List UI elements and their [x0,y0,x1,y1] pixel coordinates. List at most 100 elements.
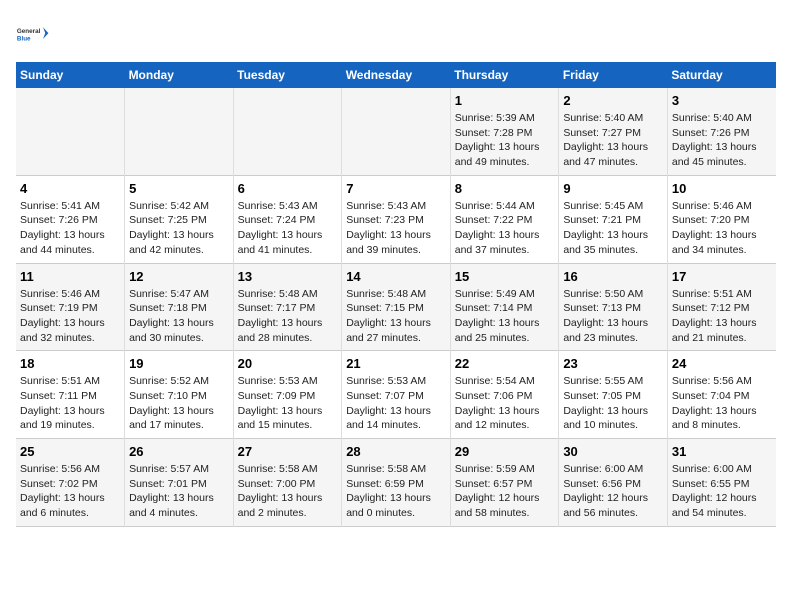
day-number: 17 [672,269,772,284]
header-row: SundayMondayTuesdayWednesdayThursdayFrid… [16,62,776,88]
calendar-cell: 30 Sunrise: 6:00 AM Sunset: 6:56 PM Dayli… [559,439,668,527]
calendar-cell: 10 Sunrise: 5:46 AM Sunset: 7:20 PM Dayli… [667,175,776,263]
day-info: Sunrise: 5:49 AM Sunset: 7:14 PM Dayligh… [455,287,555,346]
calendar-header: SundayMondayTuesdayWednesdayThursdayFrid… [16,62,776,88]
day-number: 23 [563,356,663,371]
calendar-cell: 13 Sunrise: 5:48 AM Sunset: 7:17 PM Dayli… [233,263,342,351]
calendar-cell: 19 Sunrise: 5:52 AM Sunset: 7:10 PM Dayli… [125,351,234,439]
calendar-cell [342,88,451,175]
day-number: 12 [129,269,229,284]
calendar-cell: 23 Sunrise: 5:55 AM Sunset: 7:05 PM Dayli… [559,351,668,439]
page-header: GeneralBlue [16,16,776,52]
calendar-cell: 5 Sunrise: 5:42 AM Sunset: 7:25 PM Daylig… [125,175,234,263]
calendar-cell: 2 Sunrise: 5:40 AM Sunset: 7:27 PM Daylig… [559,88,668,175]
calendar-cell: 6 Sunrise: 5:43 AM Sunset: 7:24 PM Daylig… [233,175,342,263]
day-number: 10 [672,181,772,196]
day-info: Sunrise: 5:59 AM Sunset: 6:57 PM Dayligh… [455,462,555,521]
day-info: Sunrise: 5:52 AM Sunset: 7:10 PM Dayligh… [129,374,229,433]
day-info: Sunrise: 5:51 AM Sunset: 7:12 PM Dayligh… [672,287,772,346]
weekday-header: Monday [125,62,234,88]
calendar-cell: 15 Sunrise: 5:49 AM Sunset: 7:14 PM Dayli… [450,263,559,351]
calendar-body: 1Sunrise: 5:39 AM Sunset: 7:28 PM Daylig… [16,88,776,526]
calendar-cell [125,88,234,175]
day-number: 19 [129,356,229,371]
calendar-cell [233,88,342,175]
day-info: Sunrise: 6:00 AM Sunset: 6:56 PM Dayligh… [563,462,663,521]
day-number: 31 [672,444,772,459]
day-number: 30 [563,444,663,459]
day-number: 13 [238,269,338,284]
day-info: Sunrise: 5:46 AM Sunset: 7:19 PM Dayligh… [20,287,120,346]
day-number: 25 [20,444,120,459]
calendar-cell: 28Sunrise: 5:58 AM Sunset: 6:59 PM Dayli… [342,439,451,527]
day-info: Sunrise: 5:53 AM Sunset: 7:07 PM Dayligh… [346,374,446,433]
day-number: 20 [238,356,338,371]
day-number: 5 [129,181,229,196]
calendar-cell: 12Sunrise: 5:47 AM Sunset: 7:18 PM Dayli… [125,263,234,351]
day-info: Sunrise: 5:44 AM Sunset: 7:22 PM Dayligh… [455,199,555,258]
day-number: 28 [346,444,446,459]
day-info: Sunrise: 5:43 AM Sunset: 7:23 PM Dayligh… [346,199,446,258]
calendar-week-row: 18Sunrise: 5:51 AM Sunset: 7:11 PM Dayli… [16,351,776,439]
day-number: 16 [563,269,663,284]
calendar-cell: 25Sunrise: 5:56 AM Sunset: 7:02 PM Dayli… [16,439,125,527]
day-info: Sunrise: 5:55 AM Sunset: 7:05 PM Dayligh… [563,374,663,433]
day-number: 3 [672,93,772,108]
calendar-cell: 29 Sunrise: 5:59 AM Sunset: 6:57 PM Dayli… [450,439,559,527]
day-number: 27 [238,444,338,459]
day-info: Sunrise: 5:40 AM Sunset: 7:26 PM Dayligh… [672,111,772,170]
day-info: Sunrise: 5:40 AM Sunset: 7:27 PM Dayligh… [563,111,663,170]
calendar-cell: 1Sunrise: 5:39 AM Sunset: 7:28 PM Daylig… [450,88,559,175]
day-info: Sunrise: 5:53 AM Sunset: 7:09 PM Dayligh… [238,374,338,433]
calendar-cell: 18Sunrise: 5:51 AM Sunset: 7:11 PM Dayli… [16,351,125,439]
calendar-cell: 17 Sunrise: 5:51 AM Sunset: 7:12 PM Dayli… [667,263,776,351]
day-info: Sunrise: 5:50 AM Sunset: 7:13 PM Dayligh… [563,287,663,346]
calendar-cell: 20 Sunrise: 5:53 AM Sunset: 7:09 PM Dayli… [233,351,342,439]
weekday-header: Tuesday [233,62,342,88]
weekday-header: Saturday [667,62,776,88]
calendar-cell: 24 Sunrise: 5:56 AM Sunset: 7:04 PM Dayli… [667,351,776,439]
day-number: 15 [455,269,555,284]
calendar-cell: 9 Sunrise: 5:45 AM Sunset: 7:21 PM Daylig… [559,175,668,263]
day-info: Sunrise: 5:45 AM Sunset: 7:21 PM Dayligh… [563,199,663,258]
day-info: Sunrise: 5:48 AM Sunset: 7:17 PM Dayligh… [238,287,338,346]
weekday-header: Wednesday [342,62,451,88]
day-number: 7 [346,181,446,196]
day-number: 8 [455,181,555,196]
calendar-cell: 22Sunrise: 5:54 AM Sunset: 7:06 PM Dayli… [450,351,559,439]
day-number: 1 [455,93,555,108]
day-number: 14 [346,269,446,284]
day-info: Sunrise: 5:56 AM Sunset: 7:04 PM Dayligh… [672,374,772,433]
day-info: Sunrise: 5:57 AM Sunset: 7:01 PM Dayligh… [129,462,229,521]
day-info: Sunrise: 5:41 AM Sunset: 7:26 PM Dayligh… [20,199,120,258]
svg-text:General: General [17,28,41,35]
calendar-cell: 3 Sunrise: 5:40 AM Sunset: 7:26 PM Daylig… [667,88,776,175]
calendar-cell: 16 Sunrise: 5:50 AM Sunset: 7:13 PM Dayli… [559,263,668,351]
day-info: Sunrise: 5:54 AM Sunset: 7:06 PM Dayligh… [455,374,555,433]
calendar-cell [16,88,125,175]
day-number: 26 [129,444,229,459]
calendar-week-row: 1Sunrise: 5:39 AM Sunset: 7:28 PM Daylig… [16,88,776,175]
day-info: Sunrise: 5:42 AM Sunset: 7:25 PM Dayligh… [129,199,229,258]
day-number: 21 [346,356,446,371]
calendar-cell: 31Sunrise: 6:00 AM Sunset: 6:55 PM Dayli… [667,439,776,527]
day-number: 29 [455,444,555,459]
calendar-week-row: 11Sunrise: 5:46 AM Sunset: 7:19 PM Dayli… [16,263,776,351]
day-number: 9 [563,181,663,196]
day-info: Sunrise: 5:48 AM Sunset: 7:15 PM Dayligh… [346,287,446,346]
calendar-cell: 7 Sunrise: 5:43 AM Sunset: 7:23 PM Daylig… [342,175,451,263]
calendar-cell: 4Sunrise: 5:41 AM Sunset: 7:26 PM Daylig… [16,175,125,263]
logo: GeneralBlue [16,16,52,52]
day-number: 6 [238,181,338,196]
day-info: Sunrise: 5:51 AM Sunset: 7:11 PM Dayligh… [20,374,120,433]
calendar-cell: 14 Sunrise: 5:48 AM Sunset: 7:15 PM Dayli… [342,263,451,351]
weekday-header: Thursday [450,62,559,88]
day-info: Sunrise: 5:58 AM Sunset: 7:00 PM Dayligh… [238,462,338,521]
day-info: Sunrise: 5:43 AM Sunset: 7:24 PM Dayligh… [238,199,338,258]
calendar-cell: 21 Sunrise: 5:53 AM Sunset: 7:07 PM Dayli… [342,351,451,439]
day-info: Sunrise: 5:46 AM Sunset: 7:20 PM Dayligh… [672,199,772,258]
day-number: 24 [672,356,772,371]
calendar-table: SundayMondayTuesdayWednesdayThursdayFrid… [16,62,776,527]
calendar-cell: 8 Sunrise: 5:44 AM Sunset: 7:22 PM Daylig… [450,175,559,263]
day-number: 2 [563,93,663,108]
